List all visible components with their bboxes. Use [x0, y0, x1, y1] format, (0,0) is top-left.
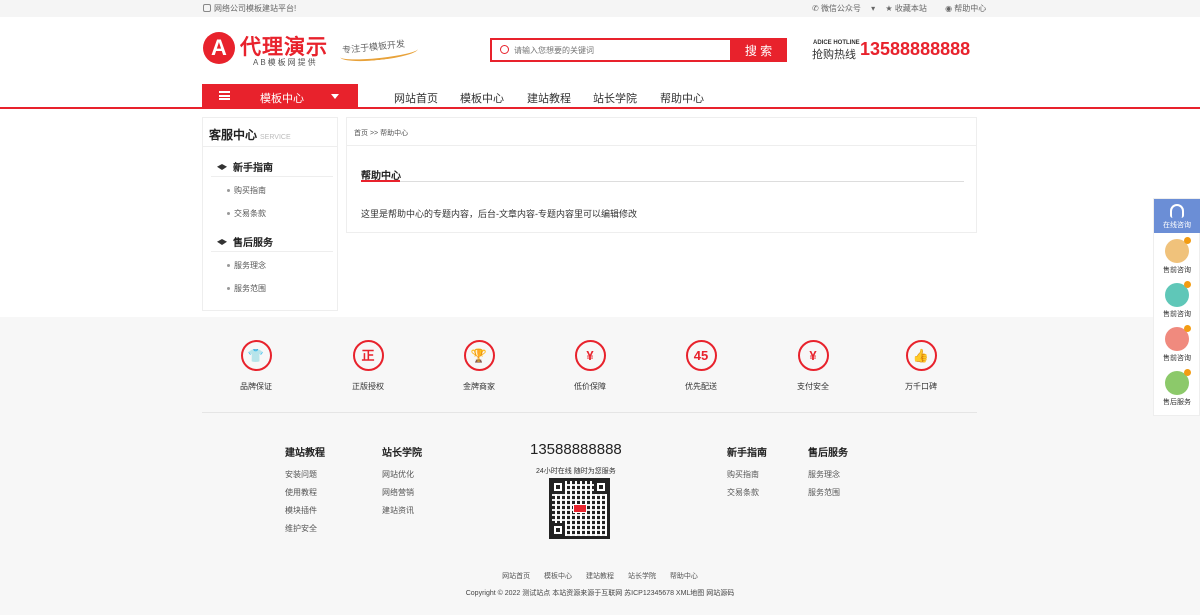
footer-link[interactable]: 使用教程: [285, 487, 325, 505]
feature-price: ¥ 低价保障: [560, 340, 620, 392]
feature-reputation: 👍 万千口碑: [891, 340, 951, 392]
breadcrumb[interactable]: 首页 >> 帮助中心: [354, 128, 408, 138]
nav-item-tutorials[interactable]: 建站教程: [527, 90, 571, 106]
graduation-cap-icon: [217, 239, 227, 245]
nav-item-templates[interactable]: 模板中心: [460, 90, 504, 106]
sidebar: 客服中心 SERVICE 新手指南 购买指南 交易条款 售后服务 服务理念 服务范…: [202, 117, 338, 311]
sidebar-item-philosophy[interactable]: 服务理念: [227, 260, 266, 271]
feature-payment: ¥ 支付安全: [783, 340, 843, 392]
footer-column-aftersales: 售后服务 服务理念 服务范围: [808, 444, 848, 505]
divider: [203, 146, 337, 147]
search-icon: [500, 45, 509, 54]
divider: [202, 412, 977, 413]
top-links: ✆ 微信公众号 ▾ ★ 收藏本站 ◉ 帮助中心: [812, 3, 1002, 14]
wechat-link[interactable]: ✆ 微信公众号 ▾: [812, 4, 875, 13]
qr-code: [549, 478, 610, 539]
presale-consult-2[interactable]: 售前咨询: [1154, 281, 1200, 319]
title-underline: [361, 180, 400, 182]
presale-consult-3[interactable]: 售前咨询: [1154, 325, 1200, 363]
hotline-label: 抢购热线: [812, 49, 856, 61]
trophy-icon: 🏆: [463, 340, 495, 371]
delivery-icon: 45: [685, 340, 717, 371]
sidebar-item-scope[interactable]: 服务范围: [227, 283, 266, 294]
copyright: Copyright © 2022 测试站点 本站资源来源于互联网 苏ICP123…: [465, 590, 735, 597]
category-label: 模板中心: [260, 93, 304, 105]
price-icon: ¥: [574, 340, 606, 371]
feature-delivery: 45 优先配送: [671, 340, 731, 392]
site-icon: [203, 4, 211, 12]
footer-link[interactable]: 建站资讯: [382, 505, 422, 523]
sidebar-title: 客服中心 SERVICE: [209, 128, 291, 142]
sidebar-item-terms[interactable]: 交易条款: [227, 208, 266, 219]
top-bar: 网络公司模板建站平台! ✆ 微信公众号 ▾ ★ 收藏本站 ◉ 帮助中心: [0, 0, 1200, 17]
feature-brand: 👕 品牌保证: [226, 340, 286, 392]
footer-link-templates[interactable]: 模板中心: [544, 573, 572, 580]
favorite-link[interactable]: ★ 收藏本站: [885, 4, 934, 13]
footer-phone: 13588888888: [530, 441, 622, 458]
online-consult-button[interactable]: 在线咨询: [1154, 199, 1200, 233]
footer-column-academy: 站长学院 网站优化 网络营销 建站资讯: [382, 444, 422, 523]
footer-link[interactable]: 维护安全: [285, 523, 325, 541]
nav-item-home[interactable]: 网站首页: [394, 90, 438, 106]
category-menu-button[interactable]: 模板中心: [202, 84, 358, 109]
search-box: 搜 索: [490, 38, 787, 62]
footer-link[interactable]: 模块插件: [285, 505, 325, 523]
help-link[interactable]: ◉ 帮助中心: [945, 4, 994, 13]
feature-genuine: 正正版授权: [338, 340, 398, 392]
footer-link-help[interactable]: 帮助中心: [670, 573, 698, 580]
footer-link[interactable]: 服务范围: [808, 487, 848, 505]
footer-column-tutorials: 建站教程 安装问题 使用教程 模块插件 维护安全: [285, 444, 325, 541]
logo-icon[interactable]: A: [203, 32, 235, 64]
footer-link-home[interactable]: 网站首页: [502, 573, 530, 580]
menu-icon: [219, 91, 230, 100]
thumbs-up-icon: 👍: [905, 340, 937, 371]
presale-consult-1[interactable]: 售前咨询: [1154, 237, 1200, 275]
avatar: [1165, 237, 1191, 263]
brand-subtitle: AB模板网提供: [253, 58, 318, 67]
footer-phone-sub: 24小时在线 随时为您服务: [536, 468, 616, 475]
nav-divider: [0, 107, 1200, 109]
feature-gold: 🏆 金牌商家: [449, 340, 509, 392]
avatar: [1165, 325, 1191, 351]
genuine-icon: 正: [352, 340, 384, 371]
avatar: [1165, 281, 1191, 307]
footer-link[interactable]: 交易条款: [727, 487, 767, 505]
hotline-number: 13588888888: [860, 39, 971, 59]
shirt-icon: 👕: [240, 340, 272, 371]
footer-link[interactable]: 网站优化: [382, 469, 422, 487]
footer-link[interactable]: 安装问题: [285, 469, 325, 487]
headset-icon: [1170, 204, 1184, 218]
sidebar-group-aftersales[interactable]: 售后服务: [217, 234, 273, 249]
main-content: 首页 >> 帮助中心 帮助中心 这里是帮助中心的专题内容，后台-文章内容-专题内…: [346, 117, 977, 233]
search-input[interactable]: [514, 43, 724, 58]
aftersale-service[interactable]: 售后服务: [1154, 369, 1200, 407]
floating-service-panel: 在线咨询 售前咨询 售前咨询 售前咨询 售后服务: [1153, 198, 1200, 416]
search-button[interactable]: 搜 索: [730, 38, 787, 62]
footer-link[interactable]: 购买指南: [727, 469, 767, 487]
nav-item-help[interactable]: 帮助中心: [660, 90, 704, 106]
footer-link[interactable]: 服务理念: [808, 469, 848, 487]
divider: [361, 181, 964, 182]
sidebar-item-buying-guide[interactable]: 购买指南: [227, 185, 266, 196]
footer-link[interactable]: 网络营销: [382, 487, 422, 505]
footer-links: 网站首页 模板中心 建站教程 站长学院 帮助中心: [0, 571, 1200, 581]
article-body: 这里是帮助中心的专题内容，后台-文章内容-专题内容里可以编辑修改: [361, 209, 637, 219]
graduation-cap-icon: [217, 164, 227, 170]
nav-item-academy[interactable]: 站长学院: [593, 90, 637, 106]
avatar: [1165, 369, 1191, 395]
divider: [347, 145, 976, 146]
caret-down-icon: [331, 94, 339, 99]
payment-icon: ¥: [797, 340, 829, 371]
footer-column-guide: 新手指南 购买指南 交易条款: [727, 444, 767, 505]
divider: [211, 251, 333, 252]
footer-link-academy[interactable]: 站长学院: [628, 573, 656, 580]
footer-link-tutorials[interactable]: 建站教程: [586, 573, 614, 580]
sidebar-group-guide[interactable]: 新手指南: [217, 159, 273, 174]
divider: [211, 176, 333, 177]
welcome-text: 网络公司模板建站平台!: [203, 3, 296, 14]
